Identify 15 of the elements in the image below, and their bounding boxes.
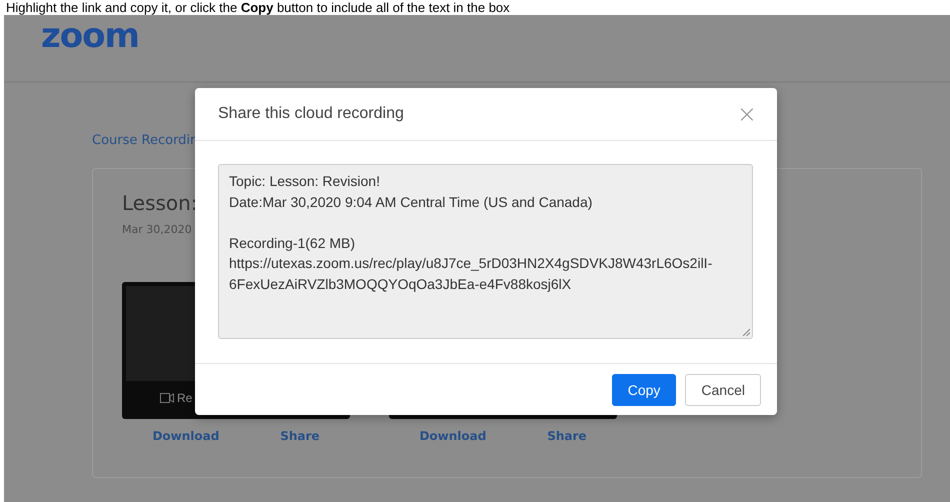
copy-button[interactable]: Copy xyxy=(612,374,676,406)
recording-date: Mar 30,2020 xyxy=(122,223,192,236)
lesson-title: Lesson: xyxy=(122,191,198,215)
close-button[interactable]: × xyxy=(736,102,757,126)
cancel-button[interactable]: Cancel xyxy=(685,374,761,406)
dialog-title: Share this cloud recording xyxy=(218,105,404,123)
share-link[interactable]: Share xyxy=(280,429,320,443)
download-link[interactable]: Download xyxy=(152,429,220,443)
share-link[interactable]: Share xyxy=(547,429,587,443)
recording-label: Re xyxy=(177,391,192,405)
instruction-text: Highlight the link and copy it, or click the Copy button to include all of the text in the box xyxy=(5,0,511,15)
share-text-field[interactable]: Topic: Lesson: Revision! Date:Mar 30,2020 9:04 AM Central Time (US and Canada) Recording-1(62 MB) https://utexas.zoom.us/rec/play/u8J7ce_5rD03HN2X4gSDVKJ8W43rL6Os2ilI-6FexUezAiRVZlb3MOQQYOqOa3JbEa-e4Fv88kosj6lX xyxy=(218,164,753,339)
breadcrumb-link[interactable]: Course Recordin xyxy=(92,133,198,148)
download-link[interactable]: Download xyxy=(419,429,486,443)
logo[interactable]: zoom xyxy=(41,19,139,53)
